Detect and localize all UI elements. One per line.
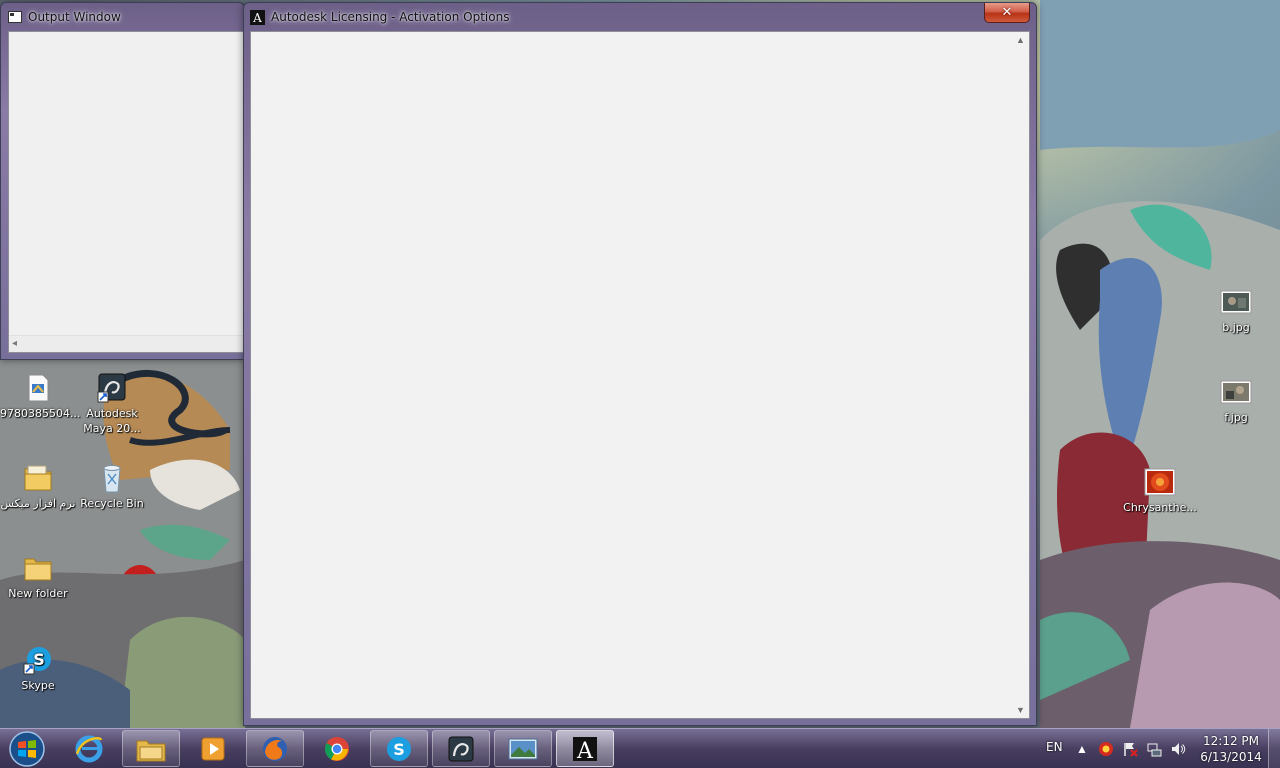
output-window-content[interactable]: ◂ <box>8 31 244 353</box>
image-file-icon <box>1144 466 1176 498</box>
folder-icon <box>22 552 54 584</box>
window-title: Output Window <box>28 10 121 24</box>
output-window[interactable]: Output Window ◂ <box>0 2 245 360</box>
folder-icon <box>22 462 54 494</box>
clock-date: 6/13/2014 <box>1200 750 1262 764</box>
svg-text:A: A <box>576 739 594 764</box>
taskbar-chrome-button[interactable] <box>308 730 366 767</box>
taskbar-photo-viewer-button[interactable] <box>494 730 552 767</box>
desktop-icon-recycle-bin[interactable]: Recycle Bin <box>74 462 150 511</box>
svg-text:S: S <box>393 740 405 759</box>
maya-icon <box>448 736 474 761</box>
firefox-icon <box>263 736 287 761</box>
security-tray-icon[interactable] <box>1098 741 1114 757</box>
desktop-icon-skype[interactable]: S Skype <box>0 644 76 693</box>
horizontal-scrollbar[interactable]: ◂ <box>9 335 243 352</box>
maya-shortcut-icon <box>96 372 128 404</box>
chrome-icon <box>324 736 349 761</box>
scroll-left-icon[interactable]: ◂ <box>12 338 17 349</box>
autodesk-icon: A <box>250 9 265 25</box>
network-icon[interactable] <box>1146 741 1162 757</box>
volume-icon[interactable] <box>1170 741 1186 757</box>
action-center-flag-icon[interactable] <box>1122 741 1138 757</box>
show-hidden-icons-icon[interactable]: ▲ <box>1074 741 1090 757</box>
desktop-icon-b-jpg[interactable]: b.jpg <box>1198 286 1274 335</box>
desktop-icon-persian-folder[interactable]: نرم افزار میکس <box>0 462 76 511</box>
photo-viewer-icon <box>508 738 538 759</box>
skype-icon: S <box>387 736 411 761</box>
output-window-titlebar[interactable]: Output Window <box>1 3 244 31</box>
desktop-icon-new-folder[interactable]: New folder <box>0 552 76 601</box>
activation-window-titlebar[interactable]: A Autodesk Licensing - Activation Option… <box>244 3 1036 31</box>
window-icon <box>7 10 22 25</box>
skype-shortcut-icon: S <box>22 644 54 676</box>
svg-text:A: A <box>252 11 262 25</box>
taskbar-skype-button[interactable]: S <box>370 730 428 767</box>
taskbar-firefox-button[interactable] <box>246 730 304 767</box>
taskbar-ie-button[interactable] <box>60 730 118 767</box>
file-explorer-icon <box>136 740 166 761</box>
taskbar: S A EN ▲ 12:12 PM 6/13/2014 <box>0 728 1280 768</box>
desktop-icon-f-jpg[interactable]: f.jpg <box>1198 376 1274 425</box>
system-clock[interactable]: 12:12 PM 6/13/2014 <box>1198 733 1264 765</box>
show-desktop-button[interactable] <box>1268 729 1280 768</box>
taskbar-maya-button[interactable] <box>432 730 490 767</box>
image-file-icon <box>1220 376 1252 408</box>
start-button[interactable] <box>4 730 50 768</box>
autodesk-icon: A <box>573 736 597 764</box>
desktop-icon-maya[interactable]: Autodesk Maya 20... <box>74 372 150 436</box>
taskbar-media-player-button[interactable] <box>184 730 242 767</box>
scroll-down-icon[interactable]: ▼ <box>1016 705 1025 715</box>
close-button[interactable]: ✕ <box>984 3 1030 23</box>
activation-window[interactable]: A Autodesk Licensing - Activation Option… <box>243 2 1037 726</box>
window-title: Autodesk Licensing - Activation Options <box>271 10 510 24</box>
media-player-icon <box>201 737 225 760</box>
vertical-scrollbar[interactable]: ▲ ▼ <box>1012 32 1029 718</box>
taskbar-autodesk-button[interactable]: A <box>556 730 614 767</box>
activation-window-content[interactable]: ▲ ▼ <box>250 31 1030 719</box>
scroll-up-icon[interactable]: ▲ <box>1016 35 1025 45</box>
taskbar-explorer-button[interactable] <box>122 730 180 767</box>
language-indicator[interactable]: EN <box>1046 740 1063 754</box>
close-icon: ✕ <box>1001 5 1013 20</box>
desktop-icon-chrysanthemum[interactable]: Chrysanthe... <box>1122 466 1198 515</box>
image-file-icon <box>1220 286 1252 318</box>
svg-text:S: S <box>33 650 45 669</box>
desktop-icon-document[interactable]: 9780385504... <box>0 372 80 421</box>
doc-file-icon <box>22 372 54 404</box>
recycle-bin-icon <box>96 462 128 494</box>
internet-explorer-icon <box>75 735 103 762</box>
clock-time: 12:12 PM <box>1203 734 1259 748</box>
